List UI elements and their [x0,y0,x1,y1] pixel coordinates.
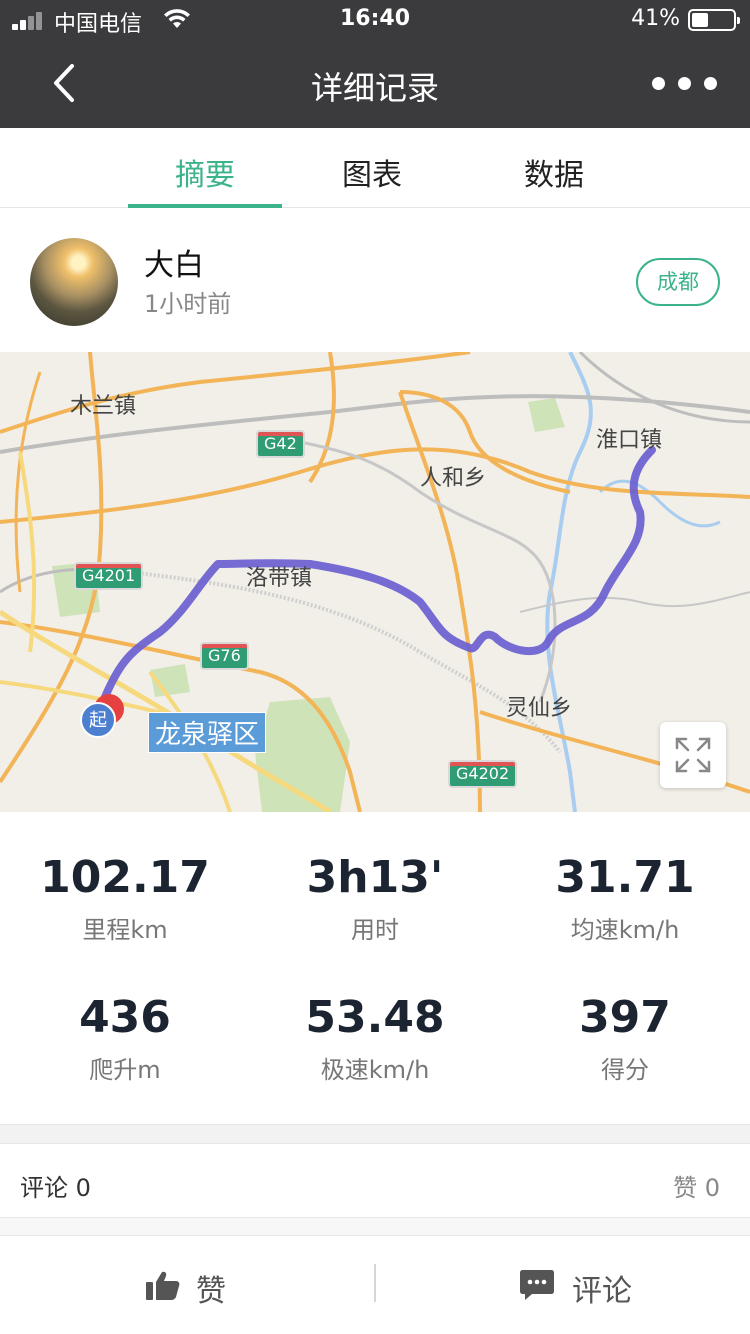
expand-map-button[interactable] [660,722,726,788]
stat-value: 53.48 [305,992,445,1043]
district-label: 龙泉驿区 [148,712,267,753]
map-place-label: 洛带镇 [246,566,313,591]
city-badge[interactable]: 成都 [636,258,720,306]
stat-duration: 3h13' 用时 [250,852,500,945]
map-place-label: 木兰镇 [70,394,137,419]
comment-button-label: 评论 [572,1274,632,1309]
battery-icon [688,9,740,31]
stat-value: 3h13' [306,852,444,903]
top-bar: 中国电信 16:40 41% 详细记录 [0,0,750,128]
stat-value: 397 [579,992,671,1043]
highway-shield: G4201 [74,562,144,590]
tab-active-indicator [128,204,282,208]
stat-distance: 102.17 里程km [0,852,250,945]
highway-shield: G42 [256,430,305,458]
highway-shield: G4202 [448,760,518,788]
stat-label: 均速km/h [570,916,680,944]
like-count[interactable]: 赞 0 [673,1168,720,1203]
stat-avg-speed: 31.71 均速km/h [500,852,750,945]
stat-score: 397 得分 [500,992,750,1085]
social-summary-row: 评论 0 赞 0 [0,1144,750,1218]
stats-grid: 102.17 里程km 3h13' 用时 31.71 均速km/h 436 爬升… [0,812,750,1122]
stat-label: 得分 [601,1056,649,1084]
map-place-label: 人和乡 [420,466,487,491]
stat-label: 极速km/h [320,1056,430,1084]
section-divider [0,1218,750,1236]
stat-label: 用时 [351,916,399,944]
highway-shield: G76 [200,642,249,670]
stat-value: 31.71 [555,852,695,903]
like-button-label: 赞 [196,1274,226,1309]
comment-count[interactable]: 评论 0 [20,1168,91,1203]
stat-climb: 436 爬升m [0,992,250,1085]
more-dots-icon[interactable] [650,62,720,104]
map-place-label: 灵仙乡 [506,696,573,721]
post-time: 1小时前 [144,290,232,318]
page-title: 详细记录 [310,69,439,107]
like-button[interactable]: 赞 [0,1236,374,1334]
avatar[interactable] [30,238,118,326]
route-map[interactable]: 木兰镇 人和乡 淮口镇 洛带镇 灵仙乡 G42 G4201 G76 G4202 … [0,352,750,812]
stat-value: 102.17 [40,852,210,903]
tab-bar: 摘要 图表 数据 [0,128,750,208]
expand-icon [675,737,711,773]
start-pin: 起 [80,702,116,738]
thumbs-up-icon [146,1271,180,1300]
tab-charts[interactable]: 图表 [295,150,449,194]
section-divider [0,1124,750,1144]
battery-percent: 41% [631,6,680,31]
tab-summary[interactable]: 摘要 [128,150,282,194]
bottom-action-bar: 赞 评论 [0,1236,750,1334]
stat-value: 436 [79,992,171,1043]
user-name[interactable]: 大白 [144,240,204,284]
comment-bubble-icon [520,1270,554,1300]
stat-label: 爬升m [89,1056,161,1084]
stat-max-speed: 53.48 极速km/h [250,992,500,1085]
status-bar: 中国电信 16:40 41% [0,0,750,40]
map-place-label: 淮口镇 [596,428,663,453]
tab-data[interactable]: 数据 [477,150,631,194]
stat-label: 里程km [82,916,168,944]
comment-button[interactable]: 评论 [376,1236,750,1334]
